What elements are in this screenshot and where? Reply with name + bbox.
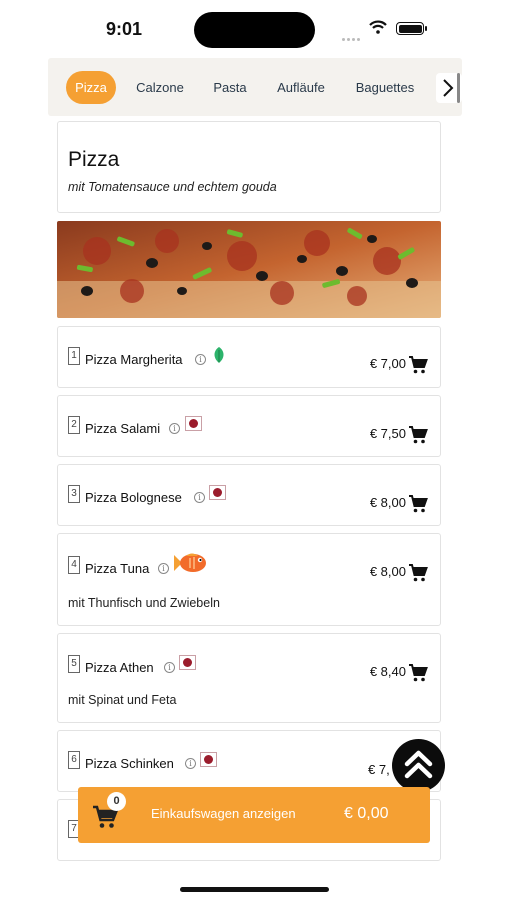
status-bar: 9:01 [0, 0, 507, 56]
home-indicator[interactable] [180, 887, 329, 892]
item-price: € 7,00 [369, 356, 406, 371]
section-subtitle: mit Tomatensauce und echtem gouda [68, 180, 277, 194]
info-icon[interactable]: i [194, 492, 205, 503]
cart-label: Einkaufswagen anzeigen [151, 806, 296, 821]
item-number: 2 [68, 416, 80, 434]
meat-icon [179, 655, 196, 670]
item-number: 5 [68, 655, 80, 673]
cart-count-badge: 0 [107, 792, 126, 811]
battery-icon [396, 22, 427, 35]
cart-total: € 0,00 [344, 805, 389, 822]
category-next-button[interactable] [436, 73, 462, 103]
add-to-cart-icon[interactable] [408, 495, 428, 513]
category-tabs: Pizza Calzone Pasta Aufläufe Baguettes [48, 58, 462, 116]
cellular-signal-icon [342, 28, 364, 41]
menu-item[interactable]: 2 Pizza Salami i € 7,50 [57, 395, 441, 457]
item-price: € 7,50 [369, 426, 406, 441]
item-name: Pizza Margherita [85, 352, 183, 367]
item-price: € 7, [368, 762, 390, 777]
info-icon[interactable]: i [185, 758, 196, 769]
double-chevron-up-icon [404, 750, 433, 779]
wifi-icon [369, 20, 387, 34]
item-name: Pizza Salami [85, 421, 161, 436]
item-name: Pizza Bolognese [85, 490, 182, 505]
add-to-cart-icon[interactable] [408, 426, 428, 444]
item-number: 4 [68, 556, 80, 574]
menu-item[interactable]: 6 Pizza Schinken i € 7, [57, 730, 441, 792]
status-time: 9:01 [106, 19, 143, 39]
menu-item[interactable]: 5 Pizza Athen i € 8,40 mit Spinat und Fe… [57, 633, 441, 723]
meat-icon [185, 416, 202, 431]
section-header: Pizza mit Tomatensauce und echtem gouda [57, 121, 441, 213]
add-to-cart-icon[interactable] [408, 664, 428, 682]
pizza-banner-image [57, 221, 441, 318]
info-icon[interactable]: i [195, 354, 206, 365]
item-name: Pizza Athen [85, 660, 154, 675]
add-to-cart-icon[interactable] [408, 356, 428, 374]
tab-pizza[interactable]: Pizza [66, 71, 116, 104]
vegetarian-leaf-icon [214, 347, 224, 363]
tab-calzone[interactable]: Calzone [128, 71, 192, 104]
menu-item[interactable]: 1 Pizza Margherita i € 7,00 [57, 326, 441, 388]
item-price: € 8,00 [369, 495, 406, 510]
info-icon[interactable]: i [164, 662, 175, 673]
tab-pasta[interactable]: Pasta [206, 71, 254, 104]
item-name: Pizza Tuna [85, 561, 150, 576]
item-price: € 8,00 [369, 564, 406, 579]
view-cart-button[interactable]: 0 Einkaufswagen anzeigen € 0,00 [78, 787, 430, 843]
meat-icon [209, 485, 226, 500]
menu-item[interactable]: 3 Pizza Bolognese i € 8,00 [57, 464, 441, 526]
meat-icon [200, 752, 217, 767]
item-description: mit Spinat und Feta [68, 693, 177, 707]
tab-baguettes[interactable]: Baguettes [348, 71, 422, 104]
info-icon[interactable]: i [169, 423, 180, 434]
item-number: 6 [68, 751, 80, 769]
item-description: mit Thunfisch und Zwiebeln [68, 596, 220, 610]
info-icon[interactable]: i [158, 563, 169, 574]
tab-auflaeufe[interactable]: Aufläufe [268, 71, 334, 104]
scroll-to-top-button[interactable] [392, 739, 445, 792]
item-number: 1 [68, 347, 80, 365]
fish-icon [174, 553, 206, 572]
menu-item[interactable]: 4 Pizza Tuna i € 8,00 mit Thunfisch und … [57, 533, 441, 626]
chevron-right-icon [443, 79, 454, 97]
add-to-cart-icon[interactable] [408, 564, 428, 582]
scroll-indicator [457, 73, 460, 103]
dynamic-island [194, 12, 315, 48]
item-number: 3 [68, 485, 80, 503]
item-name: Pizza Schinken [85, 756, 174, 771]
section-title: Pizza [68, 148, 120, 171]
item-price: € 8,40 [369, 664, 406, 679]
